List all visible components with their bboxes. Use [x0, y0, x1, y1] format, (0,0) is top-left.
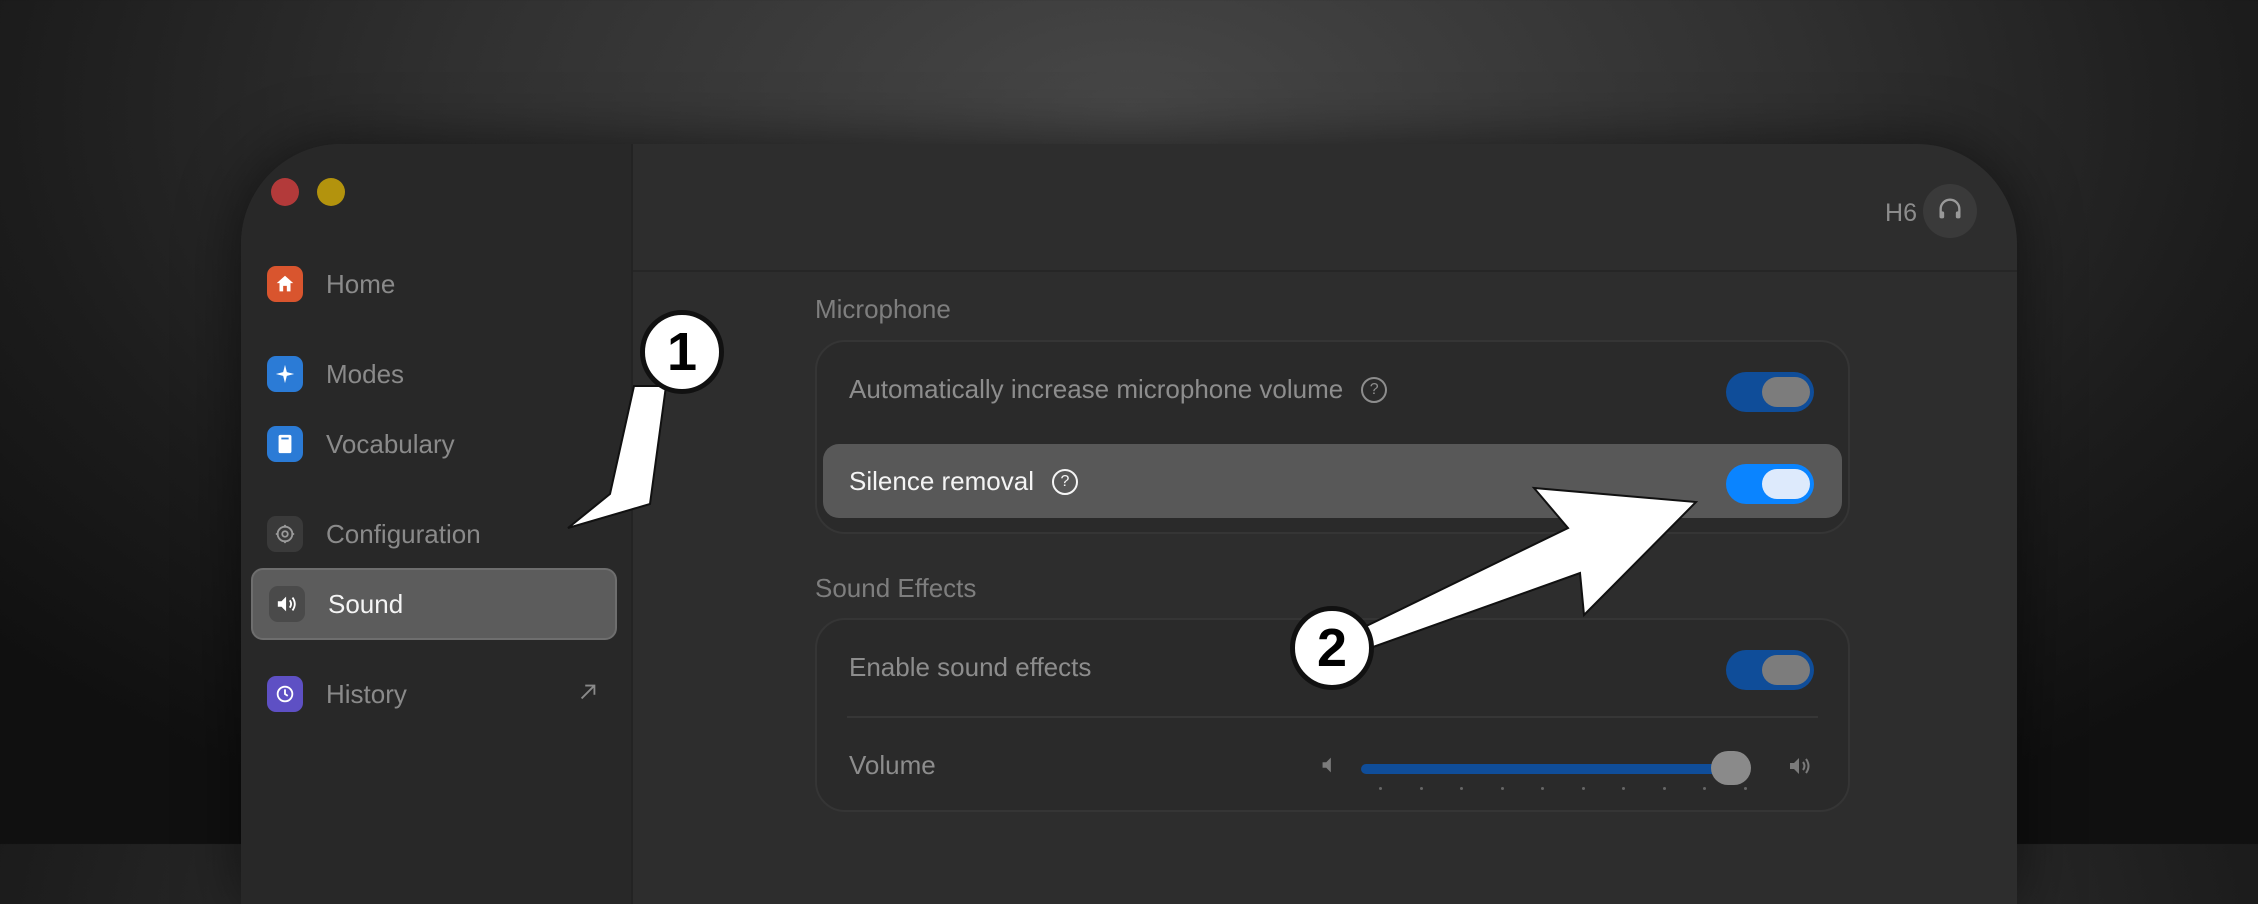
annotation-badge-1: 1	[640, 310, 724, 394]
divider	[847, 716, 1818, 718]
volume-slider-thumb[interactable]	[1711, 751, 1751, 785]
microphone-card: Automatically increase microphone volume…	[815, 340, 1850, 534]
volume-slider-track[interactable]	[1361, 764, 1745, 774]
slider-tick	[1460, 787, 1463, 790]
device-name: H6	[1885, 199, 1917, 227]
speaker-icon	[269, 586, 305, 622]
sidebar-item-label: Configuration	[326, 518, 481, 549]
toggle-knob	[1762, 377, 1810, 407]
volume-low-icon	[1319, 754, 1339, 782]
silence-removal-row: Silence removal ?	[823, 444, 1842, 518]
minimize-window-button[interactable]	[317, 178, 345, 206]
slider-tick	[1703, 787, 1706, 790]
sidebar-item-vocabulary[interactable]: Vocabulary	[251, 408, 617, 480]
help-icon[interactable]: ?	[1361, 376, 1388, 403]
volume-label: Volume	[849, 750, 936, 780]
silence-removal-toggle[interactable]	[1726, 464, 1814, 504]
auto-volume-toggle[interactable]	[1726, 372, 1814, 412]
sidebar-item-configuration[interactable]: Configuration	[251, 498, 617, 570]
sidebar: Home Modes Vocabulary Configuration Soun	[241, 144, 633, 904]
help-icon[interactable]: ?	[1051, 468, 1078, 495]
sidebar-item-sound[interactable]: Sound	[251, 568, 617, 640]
sound-effects-section-title: Sound Effects	[815, 573, 977, 603]
history-icon	[267, 676, 303, 712]
sidebar-item-home[interactable]: Home	[251, 248, 617, 320]
slider-tick	[1541, 787, 1544, 790]
sidebar-item-label: Modes	[326, 358, 405, 389]
house-icon	[267, 266, 303, 302]
microphone-section-title: Microphone	[815, 294, 951, 324]
toggle-knob	[1762, 469, 1810, 499]
sidebar-item-label: Vocabulary	[326, 428, 455, 459]
auto-volume-label: Automatically increase microphone volume	[849, 374, 1344, 404]
slider-tick	[1662, 787, 1666, 790]
enable-sound-effects-toggle[interactable]	[1726, 650, 1814, 690]
sparkle-icon	[267, 356, 303, 392]
top-bar: H6	[633, 144, 2017, 272]
sidebar-item-history[interactable]: History	[251, 658, 617, 730]
slider-tick	[1500, 787, 1504, 790]
slider-tick	[1379, 787, 1382, 790]
silence-removal-label: Silence removal	[849, 466, 1034, 496]
enable-sound-effects-label: Enable sound effects	[849, 652, 1092, 682]
volume-high-icon	[1787, 754, 1817, 784]
auto-volume-row: Automatically increase microphone volume…	[823, 352, 1842, 426]
slider-tick	[1419, 787, 1423, 790]
headphones-button[interactable]	[1923, 184, 1977, 238]
sidebar-item-label: Home	[326, 268, 396, 299]
app-window: Home Modes Vocabulary Configuration Soun	[241, 144, 2017, 904]
sidebar-item-modes[interactable]: Modes	[251, 338, 617, 410]
main-panel: H6 Microphone Automatically increase mic…	[633, 144, 2017, 904]
book-icon	[267, 426, 303, 462]
slider-tick	[1622, 787, 1625, 790]
sidebar-item-label: History	[326, 678, 407, 709]
headphones-icon	[1936, 195, 1964, 228]
annotation-badge-2: 2	[1290, 606, 1374, 690]
toggle-knob	[1762, 655, 1810, 685]
slider-tick	[1581, 787, 1585, 790]
sidebar-item-label: Sound	[328, 588, 404, 619]
slider-tick	[1743, 787, 1747, 790]
external-link-icon	[577, 679, 599, 710]
close-window-button[interactable]	[271, 178, 299, 206]
gear-icon	[267, 516, 303, 552]
